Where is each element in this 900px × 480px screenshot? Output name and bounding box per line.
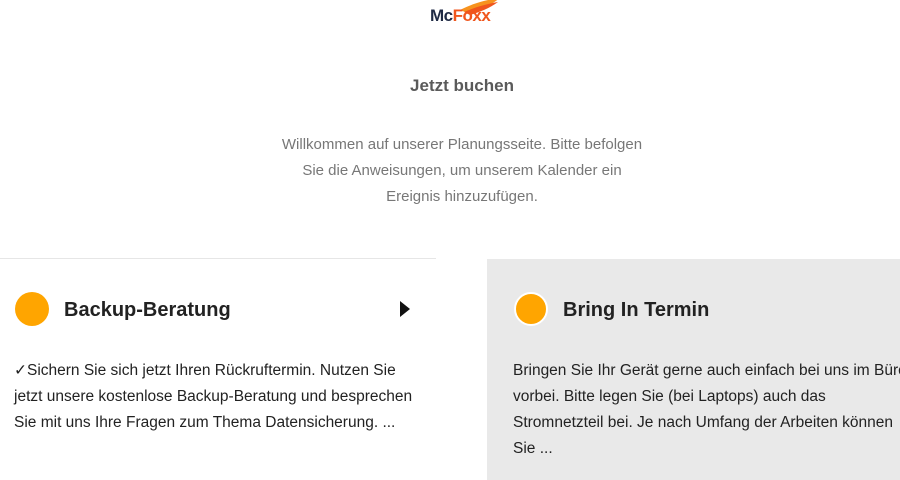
service-description: Bringen Sie Ihr Gerät gerne auch einfach… xyxy=(513,362,900,457)
orange-circle-icon xyxy=(15,292,49,326)
page-title: Jetzt buchen xyxy=(410,76,514,95)
booking-page: McFoxx Jetzt buchen Willkommen auf unser… xyxy=(0,0,900,480)
service-card-bring-in-termin[interactable]: Bring In Termin Bringen Sie Ihr Gerät ge… xyxy=(487,259,900,480)
service-description: ✓Sichern Sie sich jetzt Ihren Rückrufter… xyxy=(14,362,413,431)
logo-mc-text: Mc xyxy=(430,6,453,25)
play-arrow-icon[interactable] xyxy=(400,301,410,317)
logo-text: McFoxx xyxy=(430,6,491,26)
service-title: Backup-Beratung xyxy=(64,299,231,321)
orange-circle-icon xyxy=(514,292,548,326)
intro-text: Willkommen auf unserer Planungsseite. Bi… xyxy=(281,136,643,205)
mcfoxx-logo[interactable]: McFoxx xyxy=(420,0,510,36)
service-card-backup-beratung[interactable]: Backup-Beratung ✓Sichern Sie sich jetzt … xyxy=(0,259,437,480)
service-title: Bring In Termin xyxy=(563,299,710,321)
logo-foxx-text: Foxx xyxy=(452,6,491,25)
